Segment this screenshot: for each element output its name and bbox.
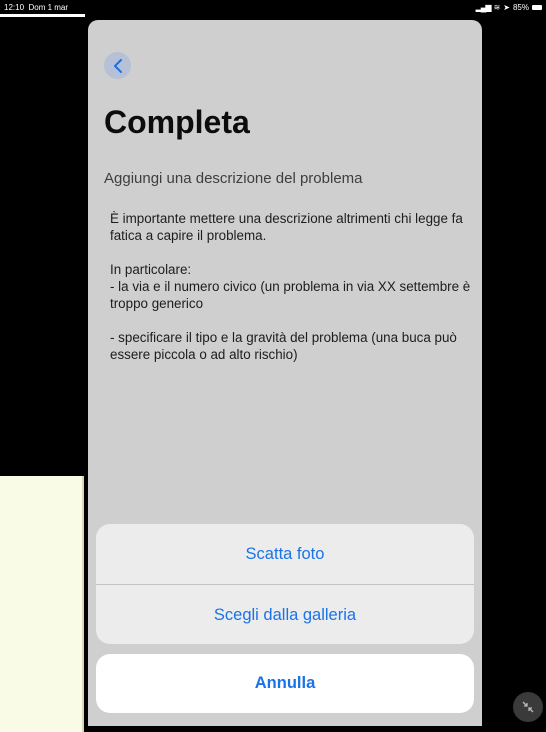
take-photo-button[interactable]: Scatta foto [96,524,474,584]
cancel-button[interactable]: Annulla [96,654,474,713]
top-strip [0,14,85,17]
collapse-icon [522,701,534,713]
location-icon: ➤ [503,3,510,12]
action-sheet-group: Scatta foto Scegli dalla galleria [96,524,474,644]
resize-button[interactable] [513,692,543,722]
battery-icon [532,5,542,10]
description-textarea[interactable]: È importante mettere una descrizione alt… [110,210,472,363]
wifi-icon: ≋ [493,3,501,12]
description-field-label: Aggiungi una descrizione del problema [104,170,363,187]
page-title: Completa [104,104,250,140]
status-icons: ▂▄▆ ≋ ➤ 85% [476,3,542,12]
background-panel [0,476,84,732]
status-time: 12:10 Dom 1 mar [4,3,68,12]
choose-gallery-button[interactable]: Scegli dalla galleria [96,585,474,644]
time-label: 12:10 [4,3,25,12]
battery-label: 85% [512,3,529,12]
date-label: Dom 1 mar [28,3,69,12]
signal-icon: ▂▄▆ [475,3,492,12]
chevron-left-icon [113,58,122,73]
status-bar: 12:10 Dom 1 mar ▂▄▆ ≋ ➤ 85% [0,0,546,14]
back-button[interactable] [104,52,131,79]
